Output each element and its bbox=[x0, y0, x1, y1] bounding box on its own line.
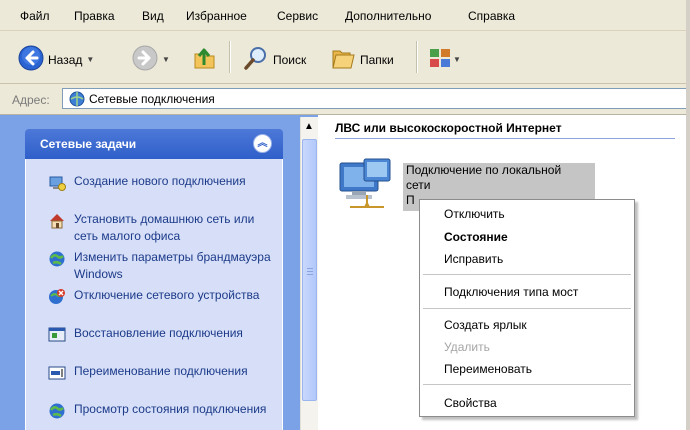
task-rename[interactable]: Переименование подключения bbox=[48, 363, 280, 382]
menu-favorites[interactable]: Избранное bbox=[186, 9, 247, 23]
network-tasks-title: Сетевые задачи bbox=[40, 137, 137, 151]
folders-icon bbox=[330, 45, 356, 74]
menu-item-repair[interactable]: Исправить bbox=[444, 252, 503, 266]
menu-edit[interactable]: Правка bbox=[74, 9, 115, 23]
task-label: Переименование подключения bbox=[74, 364, 248, 378]
back-arrow-icon bbox=[18, 45, 44, 74]
task-view-status[interactable]: Просмотр состояния подключения bbox=[48, 401, 280, 420]
toolbar-separator bbox=[416, 41, 418, 73]
menu-tools[interactable]: Сервис bbox=[277, 9, 318, 23]
search-button[interactable]: Поиск bbox=[243, 45, 306, 74]
rename-icon bbox=[48, 364, 66, 382]
menu-bar: Файл Правка Вид Избранное Сервис Дополни… bbox=[0, 0, 690, 31]
task-new-connection[interactable]: Создание нового подключения bbox=[48, 173, 280, 192]
connection-name-line1: Подключение по локальной bbox=[406, 163, 562, 177]
folders-button[interactable]: Папки bbox=[330, 45, 394, 74]
back-dropdown-icon[interactable]: ▼ bbox=[86, 55, 94, 64]
back-button[interactable]: Назад ▼ bbox=[18, 45, 94, 74]
forward-dropdown-icon[interactable]: ▼ bbox=[162, 55, 170, 64]
toolbar: Назад ▼ ▼ Поиск Папки ▼ bbox=[0, 31, 690, 84]
task-label: Создание нового подключения bbox=[74, 174, 246, 188]
task-pane-scrollbar[interactable] bbox=[300, 117, 318, 430]
address-input[interactable]: Сетевые подключения bbox=[62, 88, 688, 109]
grip-line bbox=[307, 268, 313, 269]
forward-arrow-icon bbox=[132, 45, 158, 74]
views-icon bbox=[428, 46, 452, 73]
context-menu: Отключить Состояние Исправить Подключени… bbox=[419, 199, 635, 417]
menu-item-status[interactable]: Состояние bbox=[444, 230, 508, 244]
group-divider bbox=[335, 138, 675, 139]
search-label: Поиск bbox=[273, 52, 307, 67]
menu-file[interactable]: Файл bbox=[20, 9, 50, 23]
menu-item-disconnect[interactable]: Отключить bbox=[444, 207, 505, 221]
address-bar: Адрес: Сетевые подключения bbox=[0, 84, 690, 115]
menu-item-properties[interactable]: Свойства bbox=[444, 396, 497, 410]
repair-icon bbox=[48, 326, 66, 344]
menu-item-create-shortcut[interactable]: Создать ярлык bbox=[444, 318, 527, 332]
window-edge bbox=[686, 0, 690, 430]
network-tasks-panel: Сетевые задачи ︽ Создание нового подключ… bbox=[25, 129, 283, 430]
connection-name-line2: сети bbox=[406, 178, 431, 192]
menu-separator bbox=[423, 308, 631, 309]
task-disable-device[interactable]: Отключение сетевого устройства bbox=[48, 287, 280, 306]
views-dropdown-icon[interactable]: ▼ bbox=[453, 55, 461, 64]
folders-label: Папки bbox=[360, 52, 394, 67]
grip-line bbox=[307, 271, 313, 272]
toolbar-separator bbox=[229, 41, 231, 73]
network-connections-icon bbox=[69, 91, 85, 110]
menu-separator bbox=[423, 274, 631, 275]
network-tasks-body: Создание нового подключения Установить д… bbox=[25, 159, 283, 430]
scrollbar-thumb[interactable] bbox=[302, 139, 317, 401]
lan-connection-icon[interactable] bbox=[338, 157, 396, 218]
grip-line bbox=[307, 274, 313, 275]
menu-help[interactable]: Справка bbox=[468, 9, 515, 23]
group-header: ЛВС или высокоскоростной Интернет bbox=[335, 121, 562, 135]
menu-separator bbox=[423, 384, 631, 385]
forward-button[interactable]: ▼ bbox=[132, 45, 170, 74]
task-home-network[interactable]: Установить домашнюю сеть или сеть малого… bbox=[48, 211, 280, 245]
up-folder-icon bbox=[192, 45, 218, 74]
task-label: Отключение сетевого устройства bbox=[74, 288, 260, 302]
up-folder-button[interactable] bbox=[192, 45, 218, 74]
collapse-chevron-icon[interactable]: ︽ bbox=[253, 134, 272, 153]
task-label: Изменить параметры брандмауэра Windows bbox=[74, 250, 271, 281]
firewall-icon bbox=[48, 250, 66, 268]
task-pane: Сетевые задачи ︽ Создание нового подключ… bbox=[0, 115, 318, 430]
disable-device-icon bbox=[48, 288, 66, 306]
home-network-icon bbox=[48, 212, 66, 230]
task-label: Установить домашнюю сеть или сеть малого… bbox=[74, 212, 255, 243]
address-label: Адрес: bbox=[12, 93, 50, 107]
search-icon bbox=[243, 45, 269, 74]
status-icon bbox=[48, 402, 66, 420]
menu-advanced[interactable]: Дополнительно bbox=[345, 9, 431, 23]
menu-item-delete: Удалить bbox=[444, 340, 490, 354]
menu-item-rename[interactable]: Переименовать bbox=[444, 362, 532, 376]
task-firewall[interactable]: Изменить параметры брандмауэра Windows bbox=[48, 249, 280, 283]
new-connection-icon bbox=[48, 174, 66, 192]
back-label: Назад bbox=[48, 52, 83, 67]
task-label: Восстановление подключения bbox=[74, 326, 243, 340]
menu-view[interactable]: Вид bbox=[142, 9, 164, 23]
address-value: Сетевые подключения bbox=[89, 92, 215, 106]
menu-item-bridge[interactable]: Подключения типа мост bbox=[444, 285, 578, 299]
network-tasks-header[interactable]: Сетевые задачи ︽ bbox=[25, 129, 283, 159]
group-collapse-icon[interactable]: ▲ bbox=[304, 121, 314, 132]
views-button[interactable]: ▼ bbox=[428, 46, 461, 73]
task-label: Просмотр состояния подключения bbox=[74, 402, 267, 416]
task-repair[interactable]: Восстановление подключения bbox=[48, 325, 280, 344]
